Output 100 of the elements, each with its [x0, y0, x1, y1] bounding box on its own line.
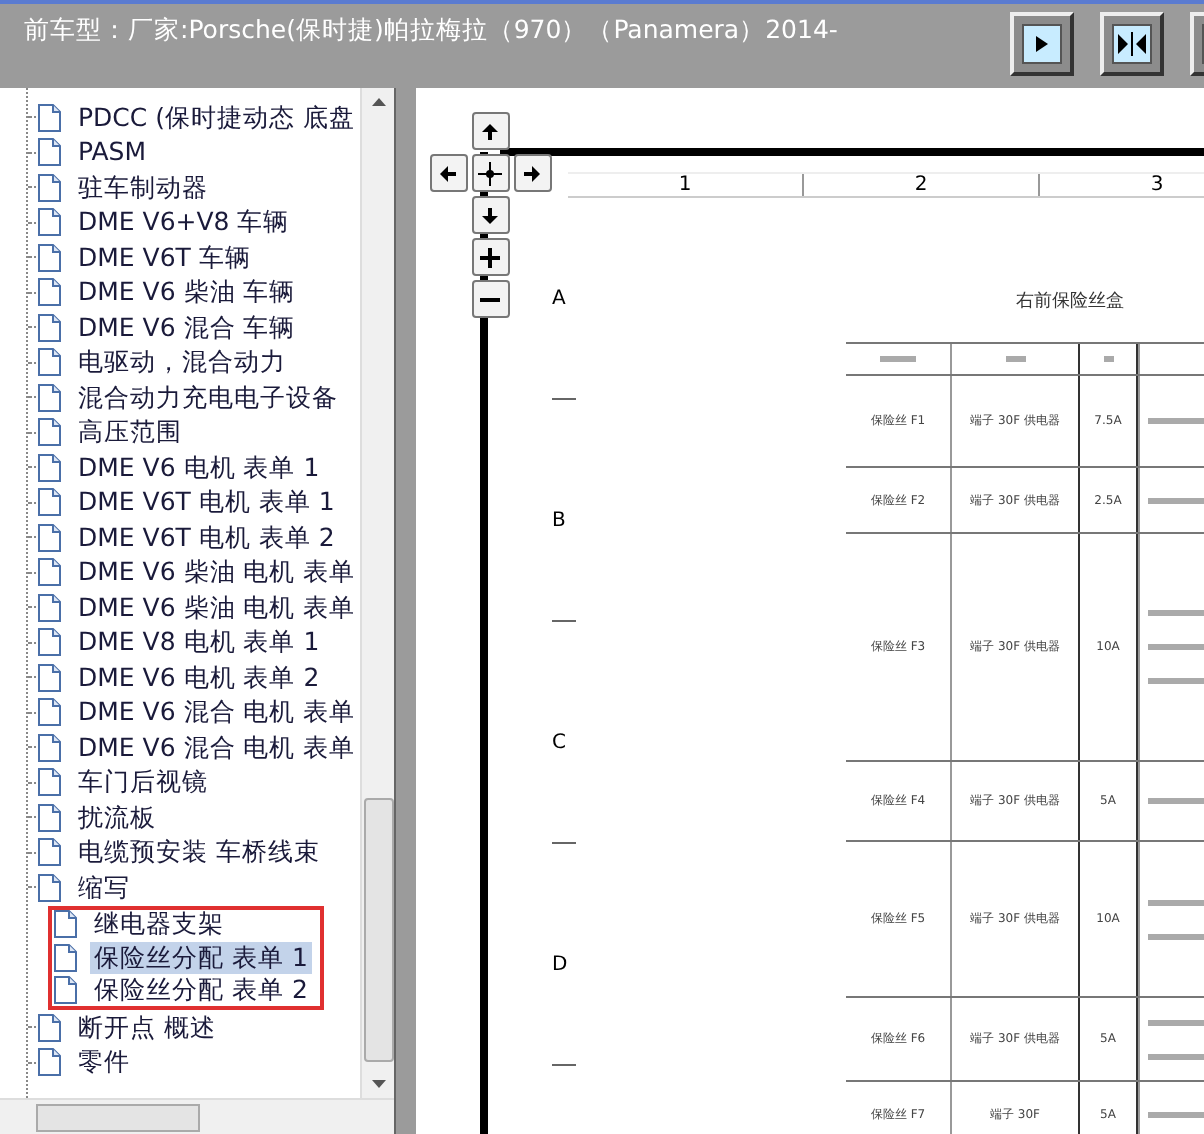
- document-icon: [36, 593, 62, 622]
- tree-item[interactable]: DME V6 电机 表单 2: [74, 661, 324, 694]
- document-icon: [36, 243, 62, 272]
- blurred-text-drawing: [1148, 678, 1204, 684]
- document-icon: [36, 523, 62, 552]
- blurred-text-drawing: [1148, 899, 1204, 905]
- pan-left-button[interactable]: [429, 154, 467, 192]
- tree-item[interactable]: DME V6 柴油 电机 表单: [74, 591, 360, 624]
- document-icon: [36, 383, 62, 412]
- blurred-text-drawing: [1148, 933, 1204, 939]
- pan-right-button[interactable]: [513, 154, 551, 192]
- document-icon: [36, 558, 62, 587]
- document-icon: [36, 313, 62, 342]
- tree-item[interactable]: DME V6 混合 电机 表单: [74, 731, 360, 764]
- tree-item[interactable]: 混合动力充电电子设备: [74, 381, 342, 414]
- pan-up-button[interactable]: [471, 112, 509, 150]
- table-title: 右前保险丝盒: [1016, 289, 1124, 314]
- blurred-text-drawing: [1148, 1111, 1204, 1117]
- blurred-text-drawing: [1148, 418, 1204, 424]
- blurred-text-drawing: [1148, 1053, 1204, 1059]
- document-icon: [36, 838, 62, 867]
- document-icon: [36, 208, 62, 237]
- tree-item[interactable]: 电缆预安装 车桥线束: [74, 836, 324, 869]
- scrollbar-thumb[interactable]: [363, 798, 393, 1062]
- row-letter: D: [552, 954, 570, 980]
- tree-item[interactable]: DME V6 电机 表单 1: [74, 451, 324, 484]
- tree-item[interactable]: 继电器支架: [90, 908, 228, 941]
- blurred-text-drawing: [1005, 356, 1025, 362]
- scroll-down-arrow-icon[interactable]: [371, 1080, 385, 1088]
- center-button[interactable]: [471, 154, 509, 192]
- blurred-text-drawing: [1148, 1019, 1204, 1025]
- tree-item[interactable]: 零件: [74, 1046, 134, 1079]
- blurred-text-drawing: [1148, 644, 1204, 650]
- document-icon: [36, 768, 62, 797]
- tree-item[interactable]: DME V8 电机 表单 1: [74, 626, 324, 659]
- tree-item[interactable]: 保险丝分配 表单 2: [90, 974, 312, 1007]
- tree-item[interactable]: DME V6 混合 车辆: [74, 311, 300, 344]
- arrow-left-icon: [438, 163, 458, 183]
- tree-item[interactable]: 高压范围: [74, 416, 186, 449]
- document-icon: [52, 943, 78, 972]
- vehicle-title: 前车型：厂家:Porsche(保时捷)帕拉梅拉（970）（Panamera）2014-: [24, 14, 840, 48]
- column-number: 1: [568, 174, 804, 196]
- document-icon: [36, 103, 62, 132]
- document-icon: [36, 173, 62, 202]
- document-icon: [36, 1013, 62, 1042]
- arrows-inward-icon: [1116, 32, 1148, 56]
- tree-item[interactable]: PDCC (保时捷动态 底盘: [74, 101, 359, 134]
- tree-item[interactable]: 驻车制动器: [74, 171, 212, 204]
- arrow-right-icon: [1034, 34, 1050, 54]
- blurred-text-drawing: [1148, 610, 1204, 616]
- tree-item[interactable]: DME V6T 车辆: [74, 241, 255, 274]
- arrow-right-icon: [522, 163, 542, 183]
- document-icon: [36, 698, 62, 727]
- tree-item[interactable]: DME V6 柴油 车辆: [74, 276, 300, 309]
- document-icon: [36, 418, 62, 447]
- zoom-out-button[interactable]: [471, 280, 509, 318]
- document-icon: [36, 278, 62, 307]
- tree-item[interactable]: DME V6 混合 电机 表单: [74, 696, 360, 729]
- blurred-text-drawing: [1148, 497, 1204, 503]
- crosshair-icon: [478, 161, 502, 185]
- plus-icon: [480, 247, 500, 267]
- blurred-text-drawing: [1148, 798, 1204, 804]
- document-icon: [52, 910, 78, 939]
- tree-item[interactable]: DME V6 柴油 电机 表单: [74, 556, 360, 589]
- row-letter: C: [552, 732, 568, 758]
- panel-toggle-button[interactable]: [1010, 12, 1074, 76]
- arrow-up-icon: [480, 121, 500, 141]
- column-number: 2: [804, 174, 1040, 196]
- document-icon: [36, 733, 62, 762]
- document-icon: [36, 628, 62, 657]
- arrow-down-icon: [480, 205, 500, 225]
- document-icon: [36, 873, 62, 902]
- tree-item[interactable]: 车门后视镜: [74, 766, 212, 799]
- document-icon: [36, 453, 62, 482]
- tree-item[interactable]: 断开点 概述: [74, 1011, 220, 1044]
- document-icon: [36, 1048, 62, 1077]
- pan-down-button[interactable]: [471, 196, 509, 234]
- row-letter: A: [552, 288, 568, 314]
- document-icon: [52, 976, 78, 1005]
- tree-item[interactable]: 电驱动，混合动力: [74, 346, 290, 379]
- blurred-text-drawing: [880, 356, 916, 362]
- tree-item[interactable]: 保险丝分配 表单 1: [90, 941, 312, 974]
- scroll-up-arrow-icon[interactable]: [371, 98, 385, 106]
- document-icon: [36, 138, 62, 167]
- tree-item[interactable]: 扰流板: [74, 801, 160, 834]
- tree-item[interactable]: DME V6+V8 车辆: [74, 206, 294, 239]
- document-icon: [36, 488, 62, 517]
- document-icon: [36, 663, 62, 692]
- tree-item[interactable]: DME V6T 电机 表单 1: [74, 486, 339, 519]
- horizontal-scrollbar[interactable]: [0, 1098, 394, 1134]
- zoom-in-button[interactable]: [471, 238, 509, 276]
- document-icon: [36, 348, 62, 377]
- blurred-text-drawing: [1103, 356, 1113, 362]
- tree-item[interactable]: PASM: [74, 136, 151, 169]
- panel-toggle-button[interactable]: [1100, 12, 1164, 76]
- column-number: 3: [1040, 174, 1204, 196]
- vertical-scrollbar[interactable]: [360, 88, 394, 1098]
- row-letter: B: [552, 510, 568, 536]
- tree-item[interactable]: DME V6T 电机 表单 2: [74, 521, 339, 554]
- tree-item[interactable]: 缩写: [74, 871, 134, 904]
